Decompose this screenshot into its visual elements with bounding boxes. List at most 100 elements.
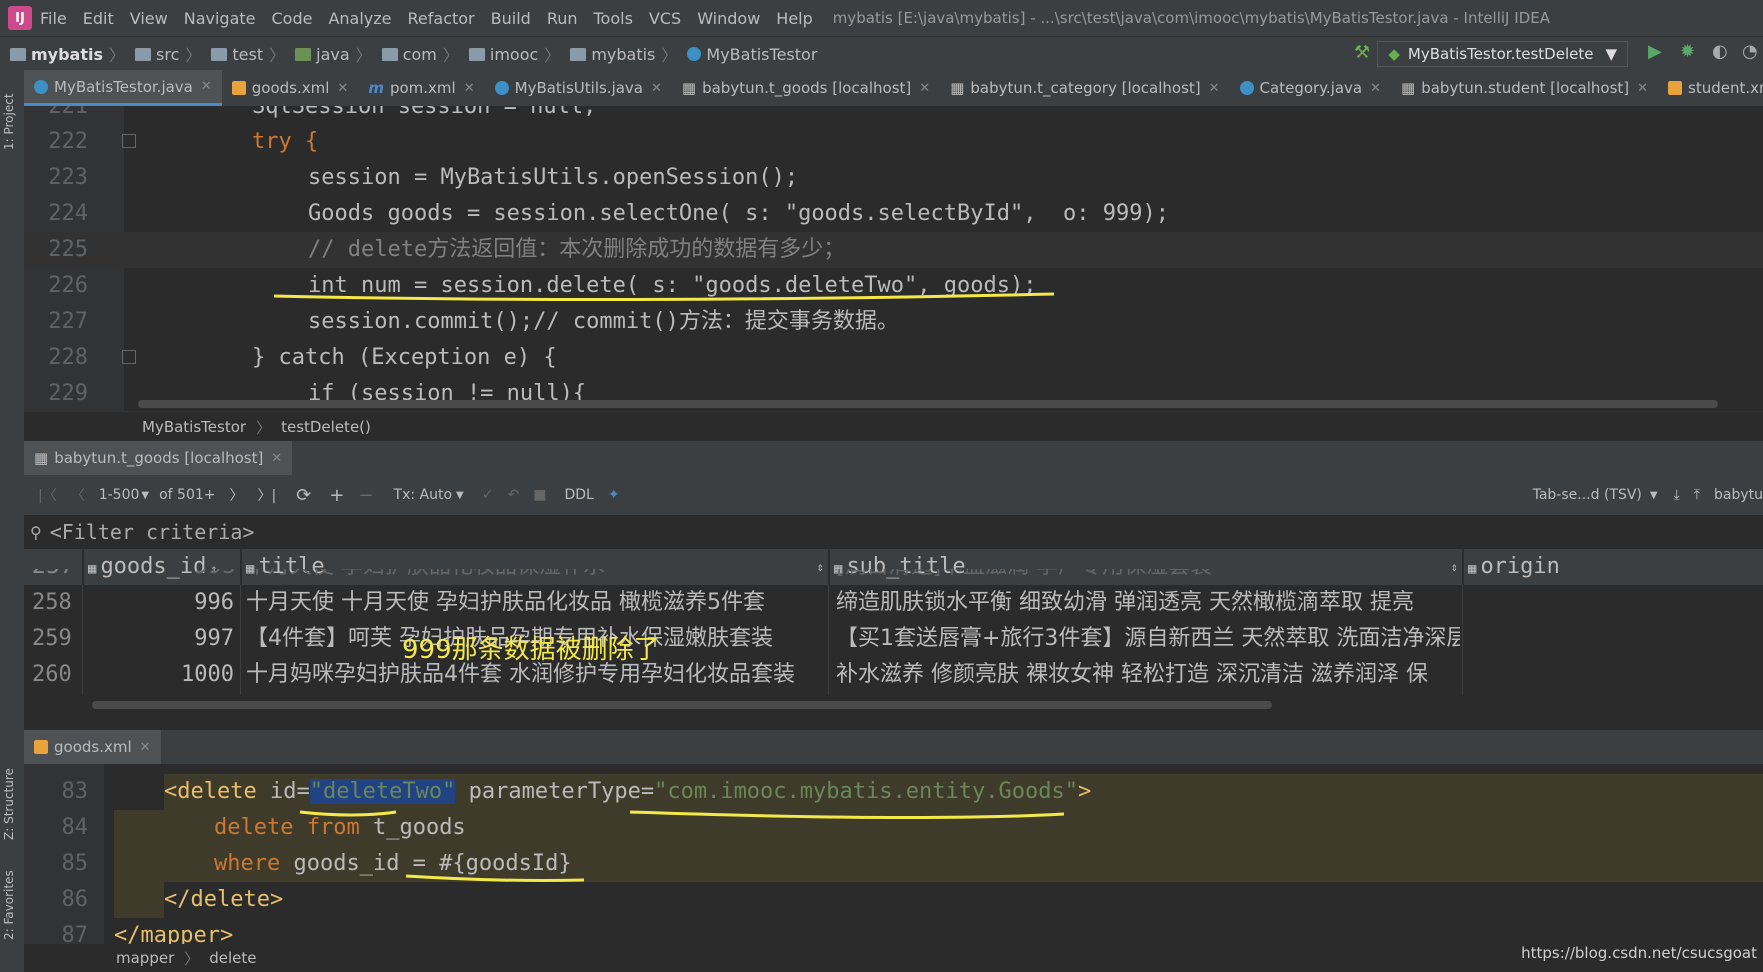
deleted-row-annotation: 999那条数据被删除了: [402, 635, 660, 665]
menu-window[interactable]: Window: [697, 9, 760, 28]
yellow-underline-annotation: [273, 292, 1055, 302]
navigation-bar: mybatis 〉 src 〉 test 〉 java 〉 com 〉 imooc 〉 my…: [0, 36, 1763, 71]
refresh-icon[interactable]: ⟳: [296, 485, 311, 506]
crumb-project[interactable]: mybatis 〉: [10, 42, 125, 66]
menu-tools[interactable]: Tools: [594, 9, 633, 28]
menu-navigate[interactable]: Navigate: [184, 9, 256, 28]
tab-mybatisutils[interactable]: MyBatisUtils.java ✕: [485, 70, 672, 106]
chevron-down-icon: ▼: [1605, 45, 1617, 63]
debug-icon[interactable]: ✹: [1680, 41, 1698, 62]
tab-student-table[interactable]: ▦ babytun.student [localhost] ✕: [1391, 70, 1658, 106]
close-icon[interactable]: ✕: [1209, 81, 1220, 96]
tab-t-category[interactable]: ▦ babytun.t_category [localhost] ✕: [940, 70, 1229, 106]
breadcrumb-class[interactable]: MyBatisTestor: [142, 418, 246, 436]
table-row[interactable]: 258 996 十月天使 十月天使 孕妇护肤品化妆品 橄榄滋养5件套 缔造肌肤锁…: [24, 585, 1763, 621]
run-configuration-select[interactable]: ◆ MyBatisTestor.testDelete ▼: [1377, 41, 1628, 67]
result-grid[interactable]: ▦ goods_id ⇕ ▦ title ⇕ ▦ sub_title ⇕ ▦ origin 2…: [24, 549, 1763, 715]
table-row[interactable]: 257 995 十月天使 孕妇护肤品化妆品保湿补水 [润白清透]丰盈滋润 孕产专…: [24, 569, 1763, 585]
first-page-icon[interactable]: |〈: [38, 485, 57, 505]
crumb-imooc[interactable]: imooc 〉: [468, 42, 560, 66]
java-class-icon: [1239, 81, 1254, 95]
project-tool-tab[interactable]: 1: Project: [2, 93, 16, 150]
table-row[interactable]: 260 1000 十月妈咪孕妇护肤品4件套 水润修护专用孕妇化妆品套装 补水滋养…: [24, 657, 1763, 693]
close-icon[interactable]: ✕: [651, 81, 662, 96]
table-icon: ▦: [950, 79, 965, 97]
tab-goods-xml-lower[interactable]: goods.xml ✕: [24, 730, 161, 764]
yellow-underline-annotation: [299, 810, 1065, 882]
close-icon[interactable]: ✕: [140, 740, 151, 755]
close-icon[interactable]: ✕: [919, 81, 930, 96]
close-icon[interactable]: ✕: [337, 81, 348, 96]
test-folder-icon: [295, 47, 312, 61]
crumb-mybatis[interactable]: mybatis 〉: [570, 42, 677, 66]
crumb-java[interactable]: java 〉: [295, 42, 372, 66]
folder-icon: [135, 47, 152, 61]
menu-refactor[interactable]: Refactor: [408, 9, 475, 28]
favorites-tool-tab[interactable]: 2: Favorites: [2, 870, 16, 940]
close-icon[interactable]: ✕: [271, 451, 282, 466]
editor-breadcrumb: MyBatisTestor 〉 testDelete(): [24, 411, 1763, 442]
crumb-com[interactable]: com 〉: [381, 42, 459, 66]
tx-mode-select[interactable]: Tx: Auto: [394, 487, 453, 503]
page-range-select[interactable]: 1-500: [99, 487, 140, 503]
profile-icon[interactable]: ◔: [1742, 41, 1760, 62]
breadcrumb-delete[interactable]: delete: [209, 949, 256, 967]
java-class-icon: [494, 81, 509, 95]
menu-vcs[interactable]: VCS: [649, 9, 681, 28]
tab-t-goods[interactable]: ▦ babytun.t_goods [localhost] ✕: [672, 70, 940, 106]
menu-edit[interactable]: Edit: [83, 9, 114, 28]
run-icon[interactable]: ▶: [1648, 41, 1666, 62]
export-icon[interactable]: ⤓: [1674, 487, 1680, 503]
filter-criteria-input[interactable]: ⚲ <Filter criteria>: [24, 515, 1763, 550]
xml-editor[interactable]: 83 <delete id="deleteTwo" parameterType="…: [24, 764, 1763, 944]
horizontal-scrollbar[interactable]: [92, 701, 1272, 709]
crumb-src[interactable]: src 〉: [135, 42, 201, 66]
menu-run[interactable]: Run: [547, 9, 578, 28]
build-hammer-icon[interactable]: ⚒: [1354, 42, 1372, 63]
menu-analyze[interactable]: Analyze: [328, 9, 391, 28]
structure-tool-tab[interactable]: Z: Structure: [2, 768, 16, 840]
tab-student-xml[interactable]: student.xml: [1658, 70, 1763, 106]
menu-build[interactable]: Build: [491, 9, 531, 28]
commit-icon[interactable]: ✓: [482, 487, 494, 503]
previous-page-icon[interactable]: 〈: [71, 485, 85, 505]
menu-file[interactable]: File: [40, 9, 67, 28]
rollback-icon[interactable]: ↶: [507, 487, 519, 503]
compare-icon[interactable]: ✦: [608, 487, 620, 503]
breadcrumb-mapper[interactable]: mapper: [116, 949, 174, 967]
close-icon[interactable]: ✕: [464, 81, 475, 96]
last-page-icon[interactable]: 〉|: [258, 485, 277, 505]
code-editor[interactable]: 221 SqlSession session = null; 222 try { 2…: [24, 106, 1763, 411]
run-config-icon: ◆: [1388, 45, 1400, 63]
menu-view[interactable]: View: [130, 9, 168, 28]
remove-row-icon[interactable]: −: [358, 485, 373, 506]
export-format-select[interactable]: Tab-se...d (TSV): [1533, 487, 1642, 503]
xml-breadcrumb: mapper 〉 delete: [24, 944, 1763, 972]
datasource-label[interactable]: babytu: [1714, 487, 1763, 503]
menu-bar: IJ File Edit View Navigate Code Analyze …: [0, 0, 1763, 36]
breadcrumb-method[interactable]: testDelete(): [281, 418, 371, 436]
menu-help[interactable]: Help: [776, 9, 812, 28]
table-row[interactable]: 259 997 【4件套】呵芙 孕妇护肤品孕期专用补水保湿嫩肤套装 【买1套送唇…: [24, 621, 1763, 657]
class-icon: [687, 47, 702, 61]
crumb-test[interactable]: test 〉: [211, 42, 285, 66]
crumb-class[interactable]: MyBatisTestor: [687, 45, 817, 64]
next-page-icon[interactable]: 〉: [230, 485, 244, 505]
import-icon[interactable]: ⤒: [1694, 487, 1700, 503]
tab-pom-xml[interactable]: m pom.xml ✕: [358, 70, 484, 106]
tab-goods-xml[interactable]: goods.xml ✕: [222, 70, 359, 106]
add-row-icon[interactable]: +: [329, 485, 344, 506]
horizontal-scrollbar[interactable]: [138, 400, 1718, 408]
menu-code[interactable]: Code: [272, 9, 313, 28]
coverage-icon[interactable]: ◐: [1712, 41, 1730, 62]
ddl-button[interactable]: DDL: [564, 487, 593, 503]
row-count: of 501+: [159, 487, 216, 503]
tab-category-java[interactable]: Category.java ✕: [1230, 70, 1391, 106]
tab-db-result[interactable]: ▦ babytun.t_goods [localhost] ✕: [24, 441, 293, 475]
tab-mybatistestor[interactable]: MyBatisTestor.java ✕: [24, 70, 222, 106]
close-icon[interactable]: ✕: [1637, 81, 1648, 96]
close-icon[interactable]: ✕: [201, 79, 212, 94]
stop-icon[interactable]: ■: [533, 487, 546, 503]
left-tool-stripe: 1: Project Z: Structure 2: Favorites: [0, 70, 24, 972]
close-icon[interactable]: ✕: [1370, 81, 1381, 96]
